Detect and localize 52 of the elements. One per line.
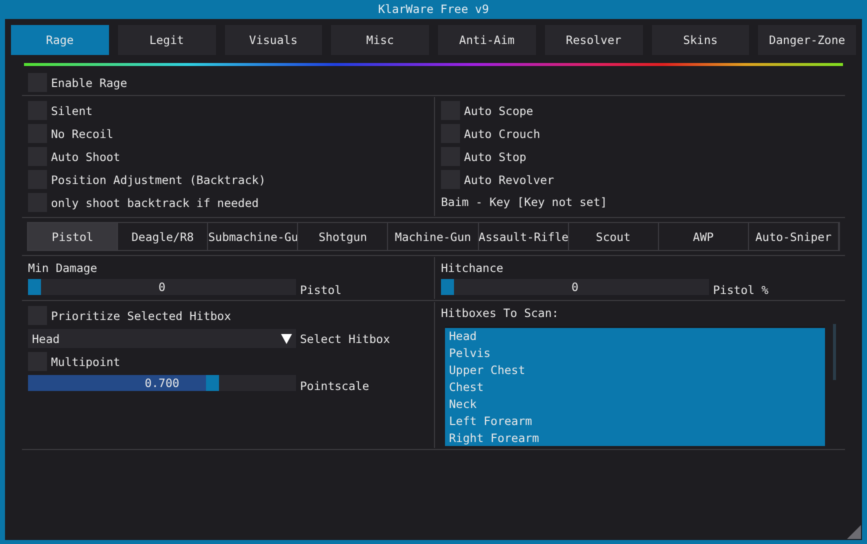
tab[interactable]: Anti-Aim <box>438 25 536 55</box>
keybind-label[interactable]: Baim - Key [Key not set] <box>441 191 845 214</box>
list-title: Hitboxes To Scan: <box>441 305 560 322</box>
weapon-tab[interactable]: Assault-Rifle <box>478 223 569 250</box>
slider[interactable]: 0 <box>28 279 296 295</box>
tab[interactable]: Danger-Zone <box>758 25 856 55</box>
slider-label: Pistol % <box>713 283 768 297</box>
dropdown-label: Select Hitbox <box>300 330 390 348</box>
window-title: KlarWare Free v9 <box>378 1 489 18</box>
checkbox-label: Auto Stop <box>464 150 526 164</box>
list-item[interactable]: Head <box>445 328 825 345</box>
checkbox-label: Multipoint <box>51 354 120 368</box>
slider-label: Pointscale <box>300 379 370 393</box>
slider-value: 0 <box>572 279 578 295</box>
checkbox-label: Auto Scope <box>464 104 534 118</box>
weapon-tab[interactable]: Pistol <box>28 223 118 250</box>
weapon-tab[interactable]: Submachine-Gu <box>208 223 298 250</box>
list-item[interactable]: Chest <box>445 379 825 396</box>
checkbox-label: Auto Revolver <box>464 172 554 186</box>
checkbox-label: Auto Crouch <box>464 126 540 140</box>
tab[interactable]: Misc <box>331 25 429 55</box>
tab[interactable]: Skins <box>652 25 750 55</box>
slider-thumb[interactable] <box>28 279 41 295</box>
list-item[interactable]: Neck <box>445 396 825 413</box>
checkbox-label: only shoot backtrack if needed <box>51 196 259 210</box>
slider[interactable]: 0 <box>441 279 709 295</box>
checkbox-label: Prioritize Selected Hitbox <box>51 308 232 322</box>
tab[interactable]: Visuals <box>224 25 322 55</box>
tab[interactable]: Rage <box>11 25 109 55</box>
dropdown[interactable]: Head <box>28 329 296 348</box>
slider-title: Hitchance <box>441 260 504 277</box>
scrollbar[interactable] <box>833 324 836 380</box>
dropdown-arrow-icon <box>281 334 292 344</box>
slider-label: Pistol <box>300 283 342 297</box>
slider-title: Min Damage <box>28 260 98 277</box>
slider[interactable]: 0.700 <box>28 375 296 391</box>
slider-value: 0.700 <box>144 375 180 391</box>
checkbox-label: Enable Rage <box>51 76 128 90</box>
list-item[interactable]: Pelvis <box>445 345 825 362</box>
checkbox-label: Position Adjustment (Backtrack) <box>51 172 266 186</box>
tab[interactable]: Resolver <box>544 25 642 55</box>
slider-thumb[interactable] <box>441 279 454 295</box>
list-item[interactable]: Right Forearm <box>445 430 825 446</box>
tab[interactable]: Legit <box>118 25 216 55</box>
checkbox-label: No Recoil <box>51 126 114 140</box>
checkbox-label: Auto Shoot <box>51 150 120 164</box>
checkbox-label: Silent <box>51 104 93 118</box>
list-item[interactable]: Upper Chest <box>445 362 825 379</box>
resize-handle[interactable] <box>847 525 861 539</box>
slider-thumb[interactable] <box>206 375 220 391</box>
list-item[interactable]: Left Forearm <box>445 413 825 430</box>
slider-value: 0 <box>158 279 166 295</box>
